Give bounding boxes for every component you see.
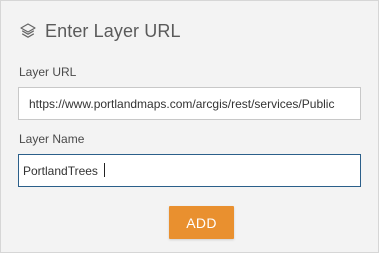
layers-icon <box>19 22 37 40</box>
layer-url-input[interactable] <box>18 87 361 120</box>
add-layer-panel: Enter Layer URL Layer URL Layer Name ADD <box>0 0 379 253</box>
layer-name-input[interactable] <box>18 154 361 187</box>
text-caret <box>104 163 105 177</box>
panel-header: Enter Layer URL <box>19 18 181 44</box>
panel-title: Enter Layer URL <box>45 20 181 41</box>
add-button[interactable]: ADD <box>169 206 234 239</box>
layer-url-label: Layer URL <box>19 65 77 79</box>
layer-name-label: Layer Name <box>19 132 85 146</box>
